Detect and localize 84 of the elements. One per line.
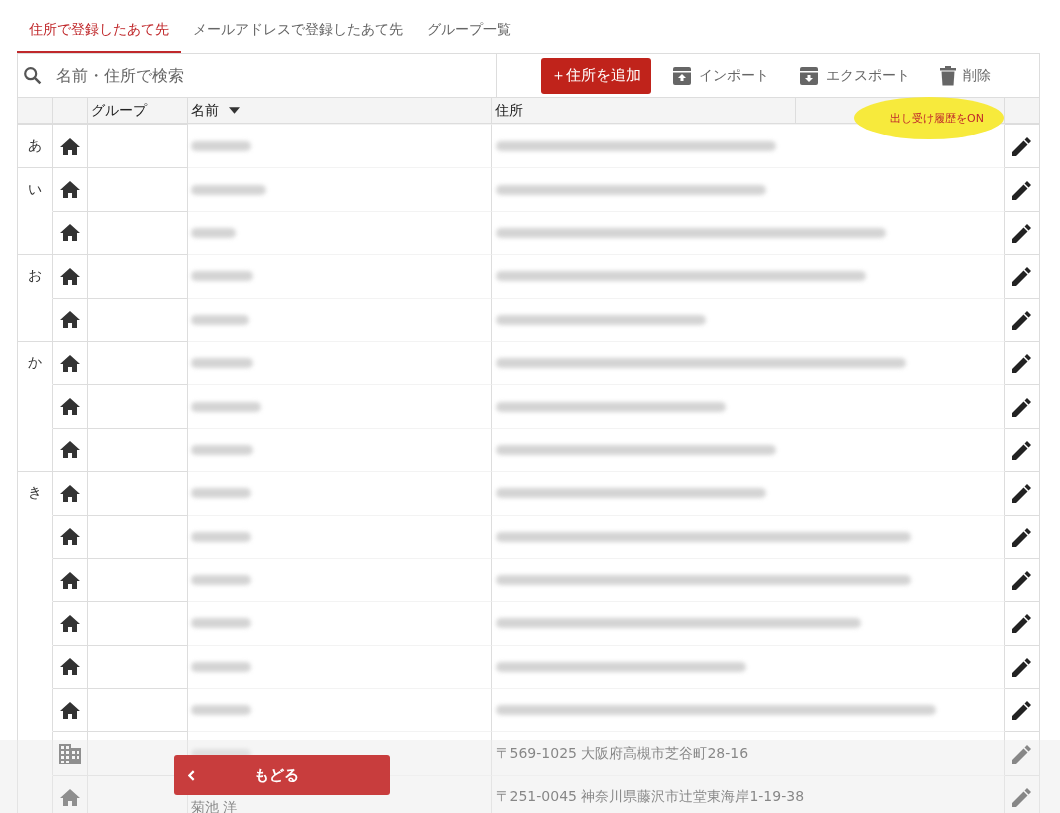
house-icon (59, 354, 80, 372)
pencil-icon (1012, 222, 1033, 243)
tab[interactable]: グループ一覧 (415, 21, 523, 53)
blurred-text (190, 618, 251, 629)
chevron-left-icon (188, 769, 195, 781)
edit-button[interactable] (1012, 353, 1033, 374)
pencil-icon (1012, 483, 1033, 504)
pencil-icon (1012, 353, 1033, 374)
pencil-icon (1012, 526, 1033, 547)
trash-icon (940, 65, 956, 86)
index-letter: い (28, 180, 42, 199)
blurred-text (190, 271, 253, 282)
house-icon (59, 658, 80, 676)
house-icon (59, 311, 80, 329)
house-icon (59, 224, 80, 242)
pencil-icon (1012, 570, 1033, 591)
index-letter: あ (28, 137, 42, 156)
pencil-icon (1012, 700, 1033, 721)
house-icon (59, 571, 80, 589)
house-icon (59, 181, 80, 199)
blurred-text (190, 444, 253, 455)
edit-button[interactable] (1012, 700, 1033, 721)
pencil-icon (1012, 266, 1033, 287)
download-box-icon (799, 65, 819, 86)
blurred-text (190, 141, 251, 152)
edit-button[interactable] (1012, 266, 1033, 287)
tab[interactable]: メールアドレスで登録したあて先 (181, 21, 415, 53)
pencil-icon (1012, 396, 1033, 417)
add-address-button[interactable]: ＋住所を追加 (541, 57, 651, 94)
edit-button[interactable] (1012, 613, 1033, 634)
house-icon (59, 441, 80, 459)
pencil-icon (1012, 613, 1033, 634)
house-icon (59, 528, 80, 546)
pencil-icon (1012, 179, 1033, 200)
sort-down-icon (228, 107, 240, 114)
blurred-text (190, 705, 251, 716)
house-icon (59, 701, 80, 719)
edit-button[interactable] (1012, 483, 1033, 504)
back-button[interactable]: もどる (174, 755, 390, 795)
blurred-text (190, 661, 251, 672)
edit-button[interactable] (1012, 309, 1033, 330)
column-header: 住所 (494, 101, 523, 120)
search-icon (22, 64, 44, 87)
pencil-icon (1012, 743, 1033, 764)
address-text: 〒569-1025 大阪府高槻市芝谷町28-16 (495, 744, 749, 763)
delete-button[interactable]: 削除 (931, 57, 1000, 94)
edit-button[interactable] (1012, 570, 1033, 591)
column-header[interactable]: 名前 (190, 101, 240, 120)
blurred-text (190, 314, 249, 325)
index-letter: き (28, 484, 42, 503)
edit-button[interactable] (1012, 136, 1033, 157)
import-button[interactable]: インポート (663, 57, 778, 94)
blurred-text (190, 358, 253, 369)
upload-box-icon (672, 65, 692, 86)
edit-button[interactable] (1012, 179, 1033, 200)
history-on-label: 出し受け履歴をON (890, 110, 984, 126)
pencil-icon (1012, 787, 1033, 808)
house-icon (59, 615, 80, 632)
edit-button[interactable] (1012, 656, 1033, 677)
blurred-text (190, 575, 251, 586)
pencil-icon (1012, 656, 1033, 677)
house-icon (59, 137, 80, 155)
house-icon (59, 267, 80, 285)
column-header: グループ (90, 101, 147, 120)
pencil-icon (1012, 439, 1033, 460)
blurred-text (190, 488, 251, 499)
blurred-text (190, 227, 236, 238)
blurred-text (190, 531, 251, 542)
edit-button[interactable] (1012, 439, 1033, 460)
index-letter: お (28, 267, 42, 286)
house-icon (59, 398, 80, 416)
building-icon (58, 743, 81, 764)
index-letter: か (28, 354, 42, 373)
edit-button[interactable] (1012, 222, 1033, 243)
edit-button[interactable] (1012, 526, 1033, 547)
export-button[interactable]: エクスポート (790, 57, 919, 94)
edit-button[interactable] (1012, 396, 1033, 417)
house-icon (59, 788, 80, 806)
pencil-icon (1012, 309, 1033, 330)
house-icon (59, 484, 80, 502)
pencil-icon (1012, 136, 1033, 157)
tab[interactable]: 住所で登録したあて先 (17, 21, 181, 53)
blurred-text (190, 401, 261, 412)
address-text: 〒251-0045 神奈川県藤沢市辻堂東海岸1-19-38 (495, 788, 805, 807)
